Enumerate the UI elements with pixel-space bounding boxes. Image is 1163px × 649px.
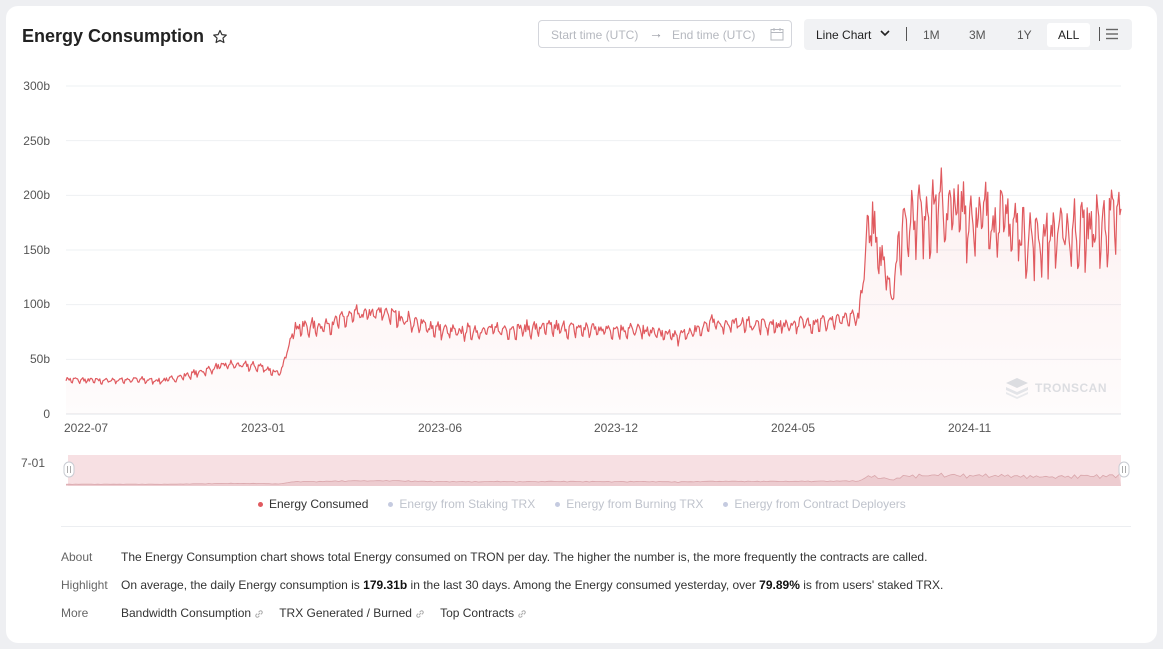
zoom-handle-left[interactable] <box>63 461 75 478</box>
link-icon <box>416 610 424 618</box>
highlight-text-part: On average, the daily Energy consumption… <box>121 578 364 592</box>
highlight-text-part: in the last 30 days. Among the Energy co… <box>407 578 760 592</box>
link-trx-generated-burned[interactable]: TRX Generated / Burned <box>279 606 425 620</box>
legend-label: Energy from Staking TRX <box>399 497 536 511</box>
link-icon <box>255 610 263 618</box>
legend-label: Energy from Contract Deployers <box>734 497 906 511</box>
link-text[interactable]: TRX Generated / Burned <box>279 606 412 620</box>
link-icon <box>518 610 526 618</box>
about-label: About <box>61 550 93 564</box>
legend-dot <box>388 501 394 507</box>
zoom-handle-right[interactable] <box>1118 461 1130 478</box>
legend-item-contract-deployers[interactable]: Energy from Contract Deployers <box>723 497 906 511</box>
zoom-start-label: 7-01 <box>21 456 46 470</box>
staked-percent-value: 79.89% <box>759 578 800 592</box>
section-divider <box>61 526 1131 527</box>
tronscan-watermark: TRONSCAN <box>1004 377 1107 399</box>
tronscan-logo-icon <box>1006 378 1028 399</box>
chart-legend: Energy Consumed Energy from Staking TRX … <box>258 497 906 511</box>
link-bandwidth-consumption[interactable]: Bandwidth Consumption <box>121 606 264 620</box>
legend-item-staking[interactable]: Energy from Staking TRX <box>388 497 535 511</box>
legend-label: Energy Consumed <box>269 497 369 511</box>
highlight-text-part: is from users' staked TRX. <box>799 578 944 592</box>
avg-energy-value: 179.31b <box>363 578 408 592</box>
about-text: The Energy Consumption chart shows total… <box>121 550 928 564</box>
link-text[interactable]: Bandwidth Consumption <box>121 606 251 620</box>
legend-dot <box>723 501 729 507</box>
legend-dot <box>258 501 263 507</box>
more-links: Bandwidth Consumption TRX Generated / Bu… <box>121 606 539 620</box>
legend-item-burning[interactable]: Energy from Burning TRX <box>555 497 703 511</box>
link-text[interactable]: Top Contracts <box>440 606 514 620</box>
legend-label: Energy from Burning TRX <box>566 497 704 511</box>
more-label: More <box>61 606 89 620</box>
highlight-label: Highlight <box>61 578 108 592</box>
link-top-contracts[interactable]: Top Contracts <box>440 606 527 620</box>
legend-dot <box>555 501 561 507</box>
highlight-text: On average, the daily Energy consumption… <box>121 578 943 592</box>
legend-item-energy-consumed[interactable]: Energy Consumed <box>258 497 368 511</box>
watermark-text: TRONSCAN <box>1035 381 1107 395</box>
